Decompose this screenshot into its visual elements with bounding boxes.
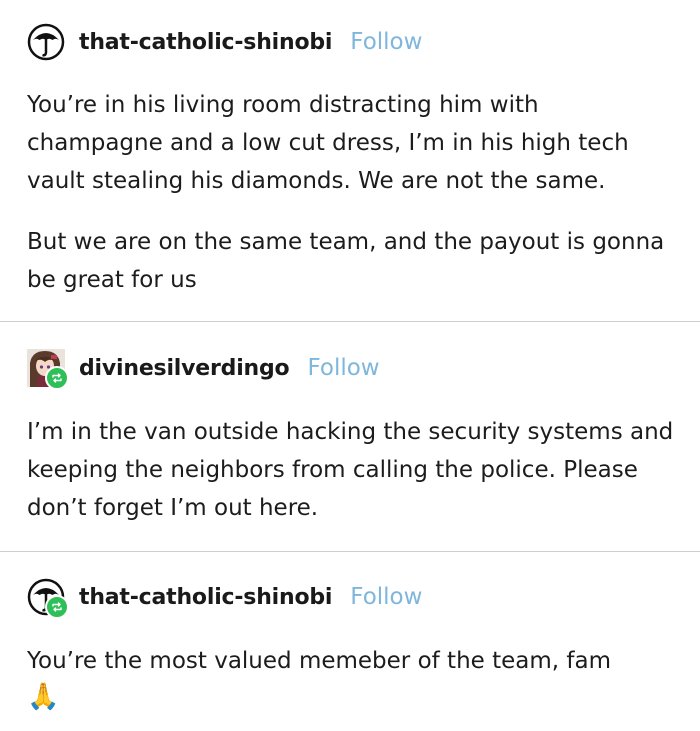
reblog-icon [52,602,62,612]
avatar[interactable] [27,23,65,61]
reblog-badge [45,595,69,619]
reblog-badge [45,366,69,390]
post-1: that-catholic-shinobi Follow You’re in h… [0,0,700,321]
avatar[interactable] [27,349,69,390]
username[interactable]: divinesilverdingo [79,356,290,381]
post-text: I’m in the van outside hacking the secur… [27,419,674,521]
post-header: that-catholic-shinobi Follow [27,577,422,619]
post-2: divinesilverdingo Follow I’m in the van … [0,322,700,551]
post-text: But we are on the same team, and the pay… [27,229,665,293]
folded-hands-emoji: 🙏 [27,682,60,712]
follow-button[interactable]: Follow [350,584,422,610]
post-3: that-catholic-shinobi Follow You’re the … [0,552,700,731]
post-text: You’re in his living room distracting hi… [27,92,629,194]
post-header: divinesilverdingo Follow [27,348,380,390]
follow-button[interactable]: Follow [307,355,379,381]
post-text: You’re the most valued memeber of the te… [27,648,611,674]
avatar[interactable] [27,578,69,619]
username[interactable]: that-catholic-shinobi [79,30,332,55]
post-header: that-catholic-shinobi Follow [27,22,422,62]
username[interactable]: that-catholic-shinobi [79,585,332,610]
reblog-icon [52,373,62,383]
umbrella-icon [27,23,65,61]
follow-button[interactable]: Follow [350,29,422,55]
